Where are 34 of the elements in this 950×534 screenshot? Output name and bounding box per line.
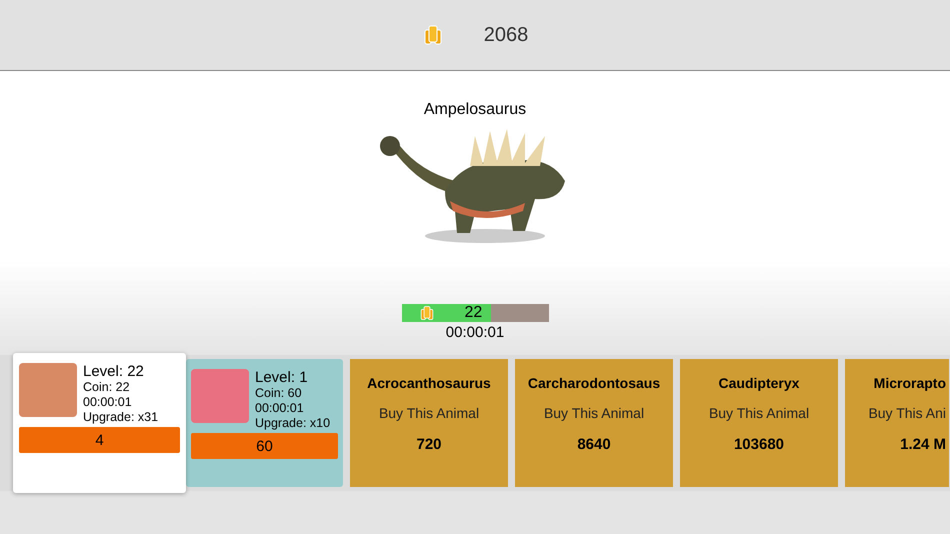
upgrade-button[interactable]: 60: [191, 433, 338, 459]
time-label: 00:00:01: [83, 395, 133, 410]
buy-label: Buy This Animal: [708, 405, 810, 421]
animal-name: Microrapto: [874, 375, 946, 391]
time-label: 00:00:01: [255, 401, 305, 416]
animal-name: Acrocanthosaurus: [367, 375, 491, 391]
coin-stack-icon: [422, 24, 444, 46]
progress-value: 22: [464, 304, 482, 322]
animal-card[interactable]: Level: 22 Coin: 22 00:00:01 Upgrade: x31 4: [13, 353, 186, 493]
level-label: Level: 1: [255, 369, 309, 386]
timer-label: 00:00:01: [446, 324, 504, 341]
buy-label: Buy This Animal: [544, 405, 644, 421]
animal-title: Ampelosaurus: [424, 101, 526, 119]
price-label: 720: [416, 436, 442, 453]
price-label: 103680: [734, 436, 784, 453]
price-label: 1.24 M: [900, 436, 946, 453]
animal-card[interactable]: Level: 1 Coin: 60 00:00:01 Upgrade: x10 60: [186, 359, 343, 487]
buy-label: Buy This Ani: [868, 405, 946, 421]
buy-card[interactable]: Microrapto Buy This Ani 1.24 M: [845, 359, 949, 487]
buy-label: Buy This Animal: [378, 405, 480, 421]
animal-name: Caudipteryx: [718, 375, 800, 391]
buy-card[interactable]: Caudipteryx Buy This Animal 103680: [680, 359, 838, 487]
level-label: Level: 22: [83, 363, 145, 380]
coin-label: Coin: 60: [255, 386, 303, 401]
upgrade-label: Upgrade: x10: [255, 416, 330, 431]
coin-label: Coin: 22: [83, 380, 131, 395]
coin-stack-icon: [418, 305, 434, 321]
upgrade-button[interactable]: 4: [19, 427, 180, 453]
coin-balance: 2068: [484, 24, 528, 46]
buy-card[interactable]: Acrocanthosaurus Buy This Animal 720: [350, 359, 508, 487]
price-label: 8640: [577, 436, 611, 453]
animal-name: Carcharodontosaus: [528, 375, 660, 391]
buy-card[interactable]: Carcharodontosaus Buy This Animal 8640: [515, 359, 673, 487]
upgrade-label: Upgrade: x31: [83, 410, 158, 425]
